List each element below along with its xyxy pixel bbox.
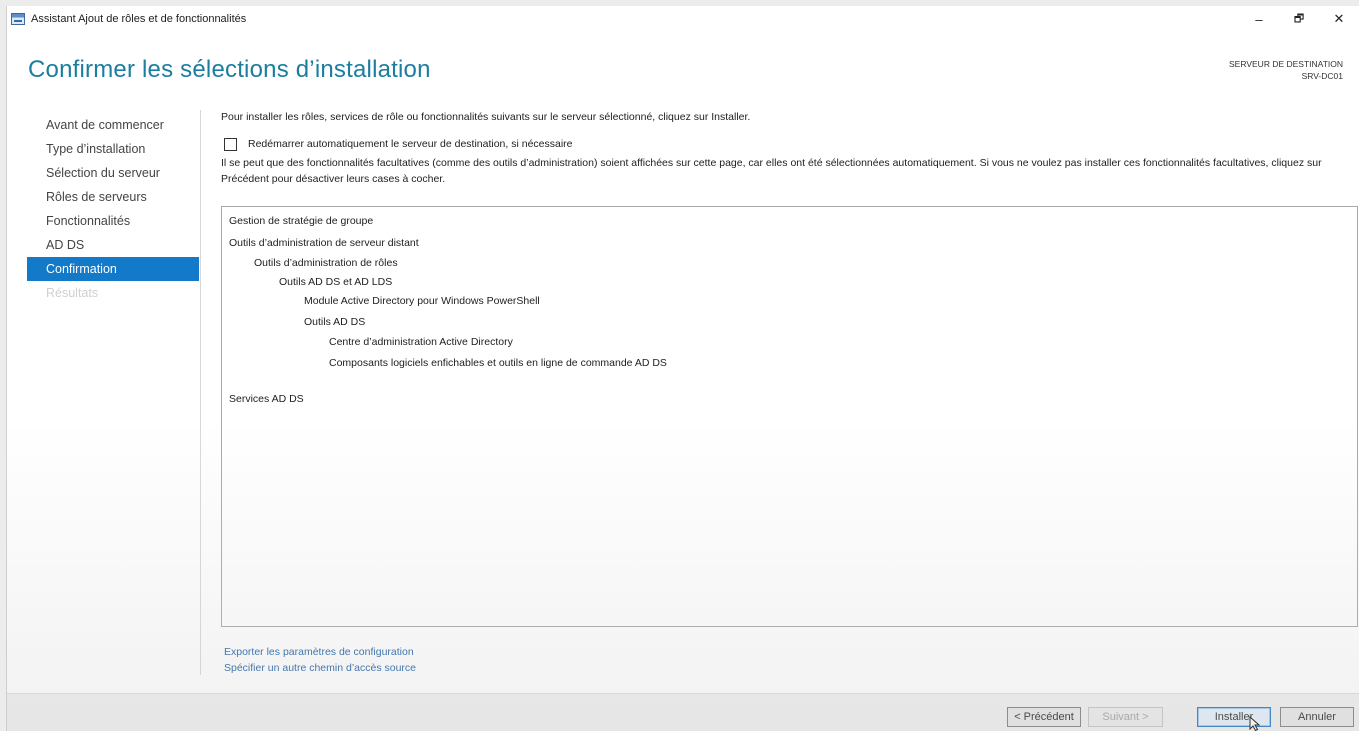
list-item: Module Active Directory pour Windows Pow… bbox=[304, 295, 540, 307]
close-icon: ✕ bbox=[1333, 11, 1345, 26]
main-content: Pour installer les rôles, services de rô… bbox=[221, 111, 1349, 187]
nav-item-roles-serveurs[interactable]: Rôles de serveurs bbox=[27, 185, 199, 209]
list-item: Centre d’administration Active Directory bbox=[329, 336, 513, 348]
list-item: Services AD DS bbox=[229, 393, 304, 405]
nav-item-resultats: Résultats bbox=[46, 286, 99, 300]
config-links: Exporter les paramètres de configuration… bbox=[224, 644, 416, 676]
list-item: Outils AD DS et AD LDS bbox=[279, 276, 393, 288]
window-title: Assistant Ajout de rôles et de fonctionn… bbox=[31, 13, 247, 25]
cancel-button[interactable]: Annuler bbox=[1280, 707, 1354, 727]
alternate-source-link[interactable]: Spécifier un autre chemin d’accès source bbox=[224, 660, 416, 676]
destination-server: SERVEUR DE DESTINATION SRV-DC01 bbox=[1229, 58, 1343, 82]
wizard-window: Assistant Ajout de rôles et de fonctionn… bbox=[6, 6, 1359, 731]
nav-item-avant-de-commencer[interactable]: Avant de commencer bbox=[27, 113, 199, 137]
maximize-button[interactable]: 🗗 bbox=[1279, 6, 1319, 32]
title-bar[interactable]: Assistant Ajout de rôles et de fonctionn… bbox=[7, 6, 1359, 32]
list-item: Outils AD DS bbox=[304, 316, 366, 328]
list-item: Outils d’administration de serveur dista… bbox=[229, 237, 419, 249]
mouse-cursor-icon bbox=[1249, 716, 1261, 731]
list-item: Outils d’administration de rôles bbox=[254, 257, 398, 269]
nav-divider bbox=[200, 110, 201, 675]
list-item: Gestion de stratégie de groupe bbox=[229, 215, 374, 227]
nav-item-type-installation[interactable]: Type d’installation bbox=[27, 137, 199, 161]
restore-icon: 🗗 bbox=[1293, 12, 1305, 25]
minimize-icon: – bbox=[1255, 11, 1263, 27]
nav-item-confirmation[interactable]: Confirmation bbox=[27, 257, 199, 281]
destination-label: SERVEUR DE DESTINATION bbox=[1229, 59, 1343, 69]
optional-features-note: Il se peut que des fonctionnalités facul… bbox=[221, 157, 1322, 185]
nav-item-selection-serveur[interactable]: Sélection du serveur bbox=[27, 161, 199, 185]
nav-item-fonctionnalites[interactable]: Fonctionnalités bbox=[27, 209, 199, 233]
page-title: Confirmer les sélections d’installation bbox=[28, 56, 431, 83]
minimize-button[interactable]: – bbox=[1239, 6, 1279, 32]
destination-value: SRV-DC01 bbox=[1301, 71, 1343, 81]
restart-option[interactable]: Redémarrer automatiquement le serveur de… bbox=[221, 135, 1349, 153]
restart-checkbox-label[interactable]: Redémarrer automatiquement le serveur de… bbox=[248, 138, 573, 150]
nav-item-ad-ds[interactable]: AD DS bbox=[27, 233, 199, 257]
wizard-footer: < Précédent Suivant > Installer Annuler bbox=[7, 693, 1359, 731]
next-button: Suivant > bbox=[1088, 707, 1163, 727]
intro-text: Pour installer les rôles, services de rô… bbox=[221, 111, 751, 123]
close-button[interactable]: ✕ bbox=[1319, 6, 1359, 32]
selection-list[interactable]: Gestion de stratégie de groupe Outils d’… bbox=[221, 206, 1358, 627]
previous-button[interactable]: < Précédent bbox=[1007, 707, 1081, 727]
export-settings-link[interactable]: Exporter les paramètres de configuration bbox=[224, 644, 416, 660]
list-item: Composants logiciels enfichables et outi… bbox=[329, 357, 667, 369]
window-controls: – 🗗 ✕ bbox=[1239, 6, 1359, 32]
restart-checkbox[interactable] bbox=[224, 137, 237, 151]
server-manager-icon bbox=[11, 13, 25, 25]
wizard-steps-nav: Avant de commencer Type d’installation S… bbox=[27, 113, 199, 305]
